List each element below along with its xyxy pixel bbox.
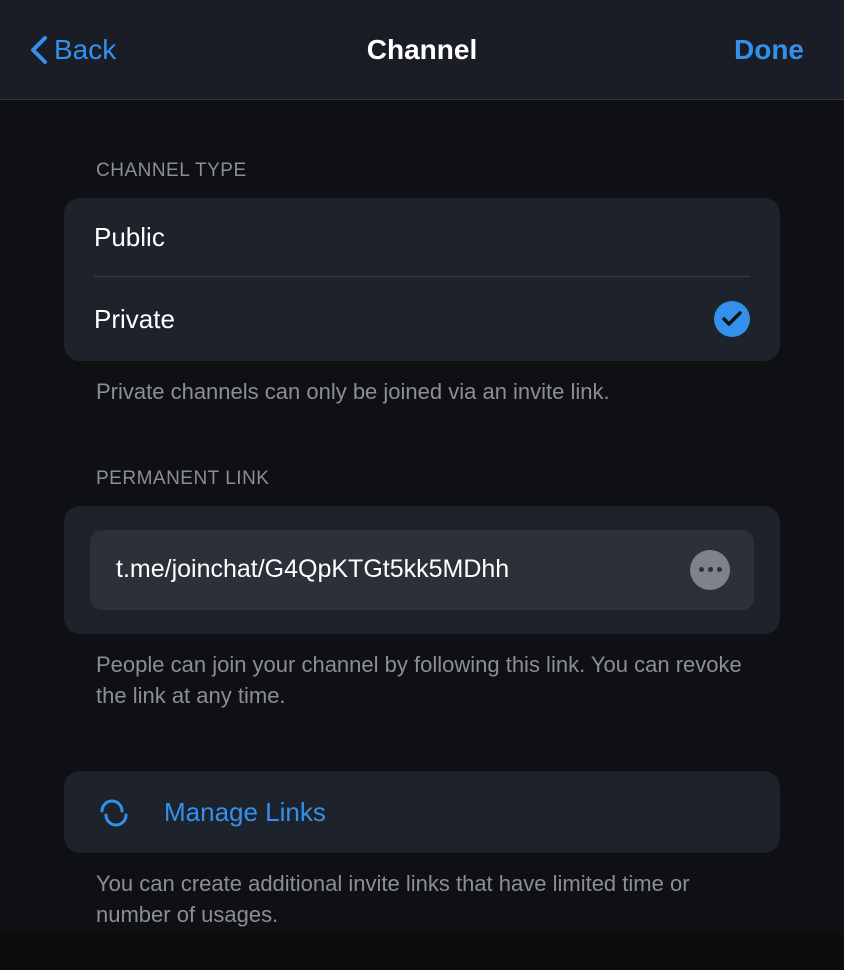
chevron-left-icon	[30, 35, 48, 65]
channel-type-card: Public Private	[64, 198, 780, 361]
channel-type-private[interactable]: Private	[64, 277, 780, 361]
permanent-link-header: PERMANENT LINK	[64, 468, 780, 490]
manage-links-button[interactable]: Manage Links	[64, 771, 780, 853]
permanent-link-box[interactable]: t.me/joinchat/G4QpKTGt5kk5MDhh	[90, 530, 754, 610]
permanent-link-text: t.me/joinchat/G4QpKTGt5kk5MDhh	[116, 555, 509, 584]
checkmark-icon	[714, 301, 750, 337]
page-title: Channel	[367, 34, 477, 66]
permanent-link-card: t.me/joinchat/G4QpKTGt5kk5MDhh	[64, 506, 780, 634]
link-icon	[94, 793, 134, 831]
manage-links-label: Manage Links	[164, 797, 326, 828]
channel-type-footer: Private channels can only be joined via …	[64, 377, 780, 408]
content: CHANNEL TYPE Public Private Private chan…	[0, 100, 844, 931]
manage-links-footer: You can create additional invite links t…	[64, 869, 780, 931]
option-label: Public	[94, 222, 165, 253]
back-label: Back	[54, 34, 116, 66]
option-label: Private	[94, 304, 175, 335]
channel-type-public[interactable]: Public	[64, 198, 780, 277]
permanent-link-footer: People can join your channel by followin…	[64, 650, 780, 712]
ellipsis-icon[interactable]	[690, 550, 730, 590]
channel-type-header: CHANNEL TYPE	[64, 160, 780, 182]
done-button[interactable]: Done	[734, 34, 804, 66]
header: Back Channel Done	[0, 0, 844, 100]
back-button[interactable]: Back	[30, 34, 116, 66]
